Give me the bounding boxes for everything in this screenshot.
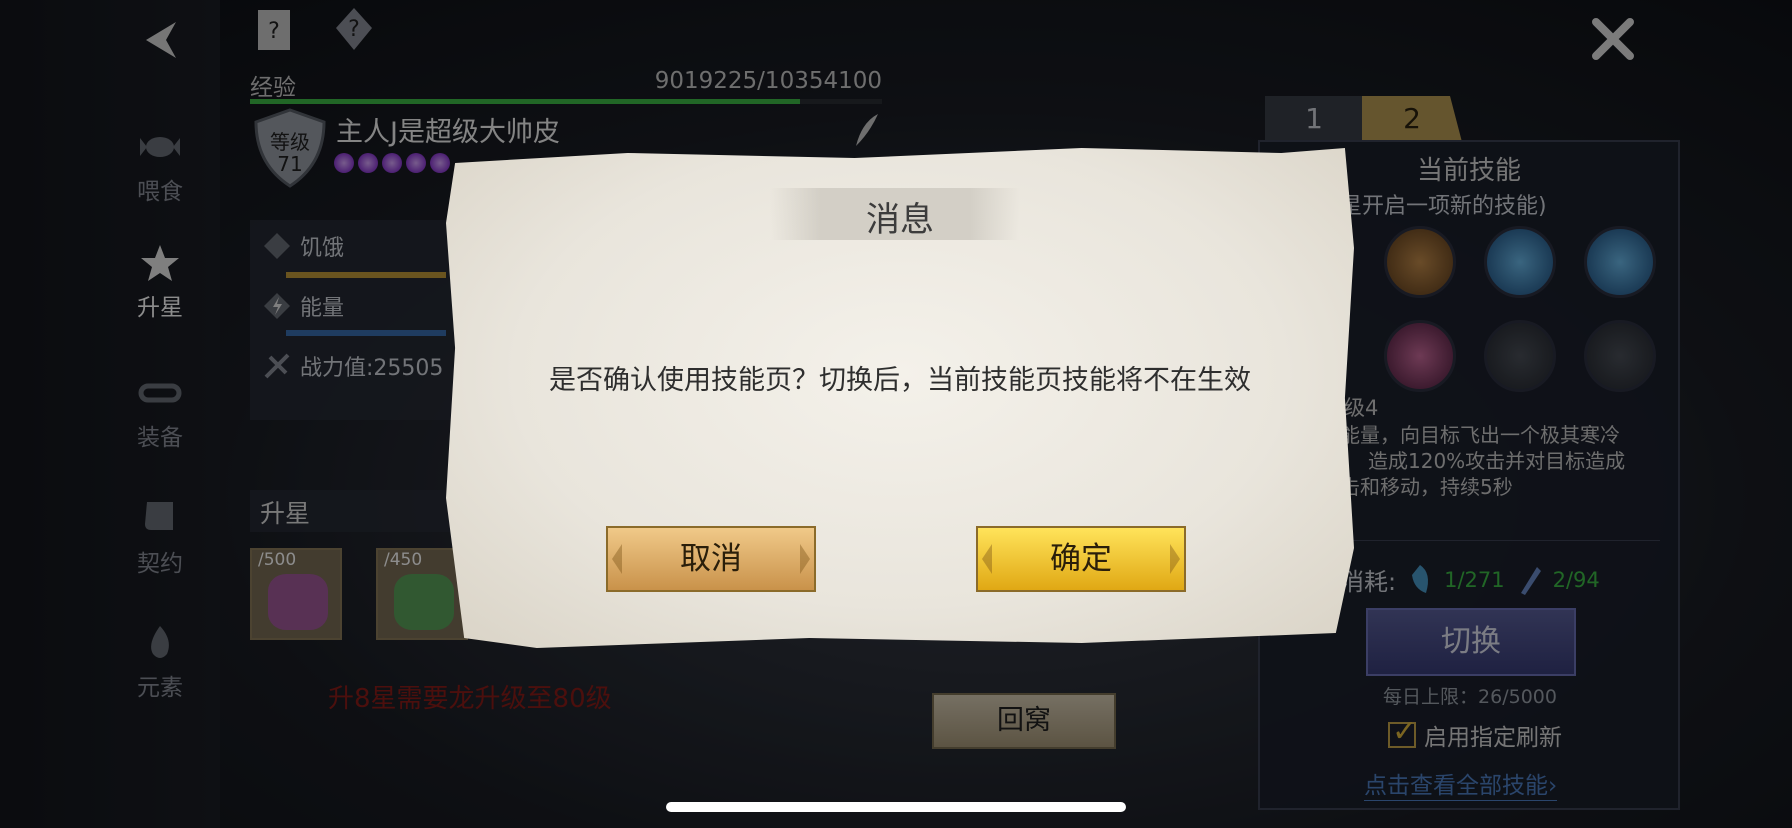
home-indicator[interactable]	[666, 802, 1126, 812]
confirm-dialog: 消息 是否确认使用技能页？切换后，当前技能页技能将不在生效 取消 确定	[446, 148, 1354, 648]
confirm-button[interactable]: 确定	[976, 526, 1186, 592]
cancel-button[interactable]: 取消	[606, 526, 816, 592]
dialog-message: 是否确认使用技能页？切换后，当前技能页技能将不在生效	[549, 365, 1251, 396]
dialog-title: 消息	[866, 200, 934, 240]
